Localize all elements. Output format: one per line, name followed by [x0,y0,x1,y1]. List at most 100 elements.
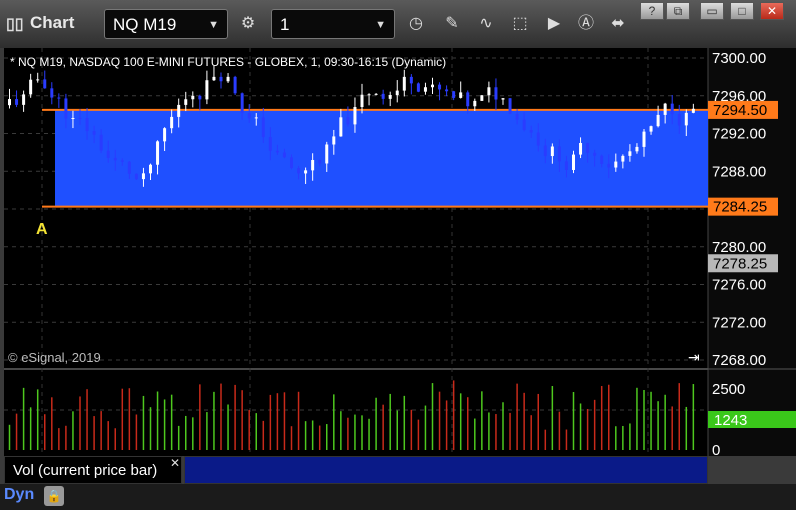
candle-body [22,94,26,105]
upper-line-label[interactable]: 7294.50 [713,102,767,119]
candle-body [423,87,427,92]
candle-body [29,79,33,95]
study-label[interactable]: Vol (current price bar) [4,456,182,484]
candle-body [557,146,561,162]
candle-body [163,128,167,142]
candle-body [353,107,357,125]
candle-body [50,88,54,98]
candle-body [99,134,103,151]
candle-body [649,126,653,132]
last-price-label[interactable]: 7278.25 [713,255,767,272]
candle-body [106,150,110,158]
candle-body [184,99,188,105]
candle-body [268,137,272,151]
candle-body [367,94,371,96]
candle-body [501,98,505,100]
candle-body [508,98,512,114]
candle-body [564,161,568,170]
candle-body [402,76,406,91]
price-zone[interactable] [55,109,708,207]
lower-line-label[interactable]: 7284.25 [713,199,767,216]
candle-body [339,117,343,137]
chart-header: * NQ M19, NASDAQ 100 E-MINI FUTURES - GL… [10,55,446,69]
price-tick-label: 7268.00 [712,352,766,369]
candle-body [8,99,11,106]
candle-body [332,136,336,145]
candle-body [247,113,251,119]
candle-body [212,76,216,81]
candle-body [677,114,681,126]
candle-body [593,152,597,156]
candle-body [191,95,195,100]
candle-body [198,95,202,100]
candle-body [579,142,583,155]
candle-body [177,104,181,117]
candle-body [388,95,392,99]
candle-body [304,170,308,174]
scroll-to-end-icon[interactable]: ⇥ [688,349,700,365]
candle-body [628,151,632,156]
candle-body [318,160,322,164]
candle-body [536,132,540,146]
candle-body [64,98,68,119]
candle-body [642,131,646,147]
lock-icon[interactable]: 🔒 [44,486,64,506]
candle-body [233,76,237,94]
candle-body [311,160,315,171]
price-tick-label: 7276.00 [712,277,766,294]
candle-body [120,160,124,162]
candle-body [586,142,590,153]
candle-body [71,117,75,119]
candle-body [656,114,660,127]
candle-body [550,146,554,157]
chart-area[interactable]: 7300.007296.007292.007288.007284.007280.… [0,0,796,510]
study-bar [184,456,708,484]
candle-body [226,76,230,82]
price-tick-label: 7288.00 [712,163,766,180]
candle-body [346,117,350,125]
candle-body [614,161,618,168]
candle-body [416,83,420,92]
candle-body [487,87,491,96]
candle-body [600,155,604,164]
candle-body [360,94,364,108]
candle-body [290,157,293,169]
candle-body [607,163,611,168]
candle-body [374,93,378,95]
candle-body [85,118,89,132]
candle-body [78,117,82,119]
candle-body [113,157,117,161]
candle-body [261,117,265,138]
candle-body [240,93,244,114]
candle-body [325,144,329,164]
close-icon[interactable]: ✕ [170,456,180,470]
candle-body [205,80,209,100]
candle-body [459,92,463,98]
candle-body [219,76,223,82]
candle-body [297,168,301,174]
candle-body [473,100,477,107]
price-tick-label: 7300.00 [712,50,766,67]
candle-body [670,103,674,115]
candle-body [445,89,449,92]
candle-body [572,154,575,170]
candle-body [480,95,484,101]
candle-body [438,84,442,90]
candle-body [621,155,625,162]
candle-body [452,91,456,98]
candle-body [134,173,138,180]
dynamic-mode-label[interactable]: Dyn [4,486,34,504]
volume-tick-label: 2500 [712,381,745,398]
chart-window: ▯▯ Chart NQ M19 ▼ ⚙ 1 ▼ ◷ ✎ ∿ ⬚ ▶ Ⓐ ⬌ ? … [0,0,796,510]
candle-body [127,161,131,174]
study-label-text: Vol (current price bar) [13,462,158,479]
volume-tick-label: 0 [712,442,720,459]
volume-current-label[interactable]: 1243 [714,412,747,429]
candle-body [282,152,286,158]
candle-body [663,103,667,115]
candle-body [529,130,533,133]
candle-body [170,116,174,129]
candle-body [684,112,688,126]
candle-body [543,145,547,157]
status-bar [0,484,796,510]
